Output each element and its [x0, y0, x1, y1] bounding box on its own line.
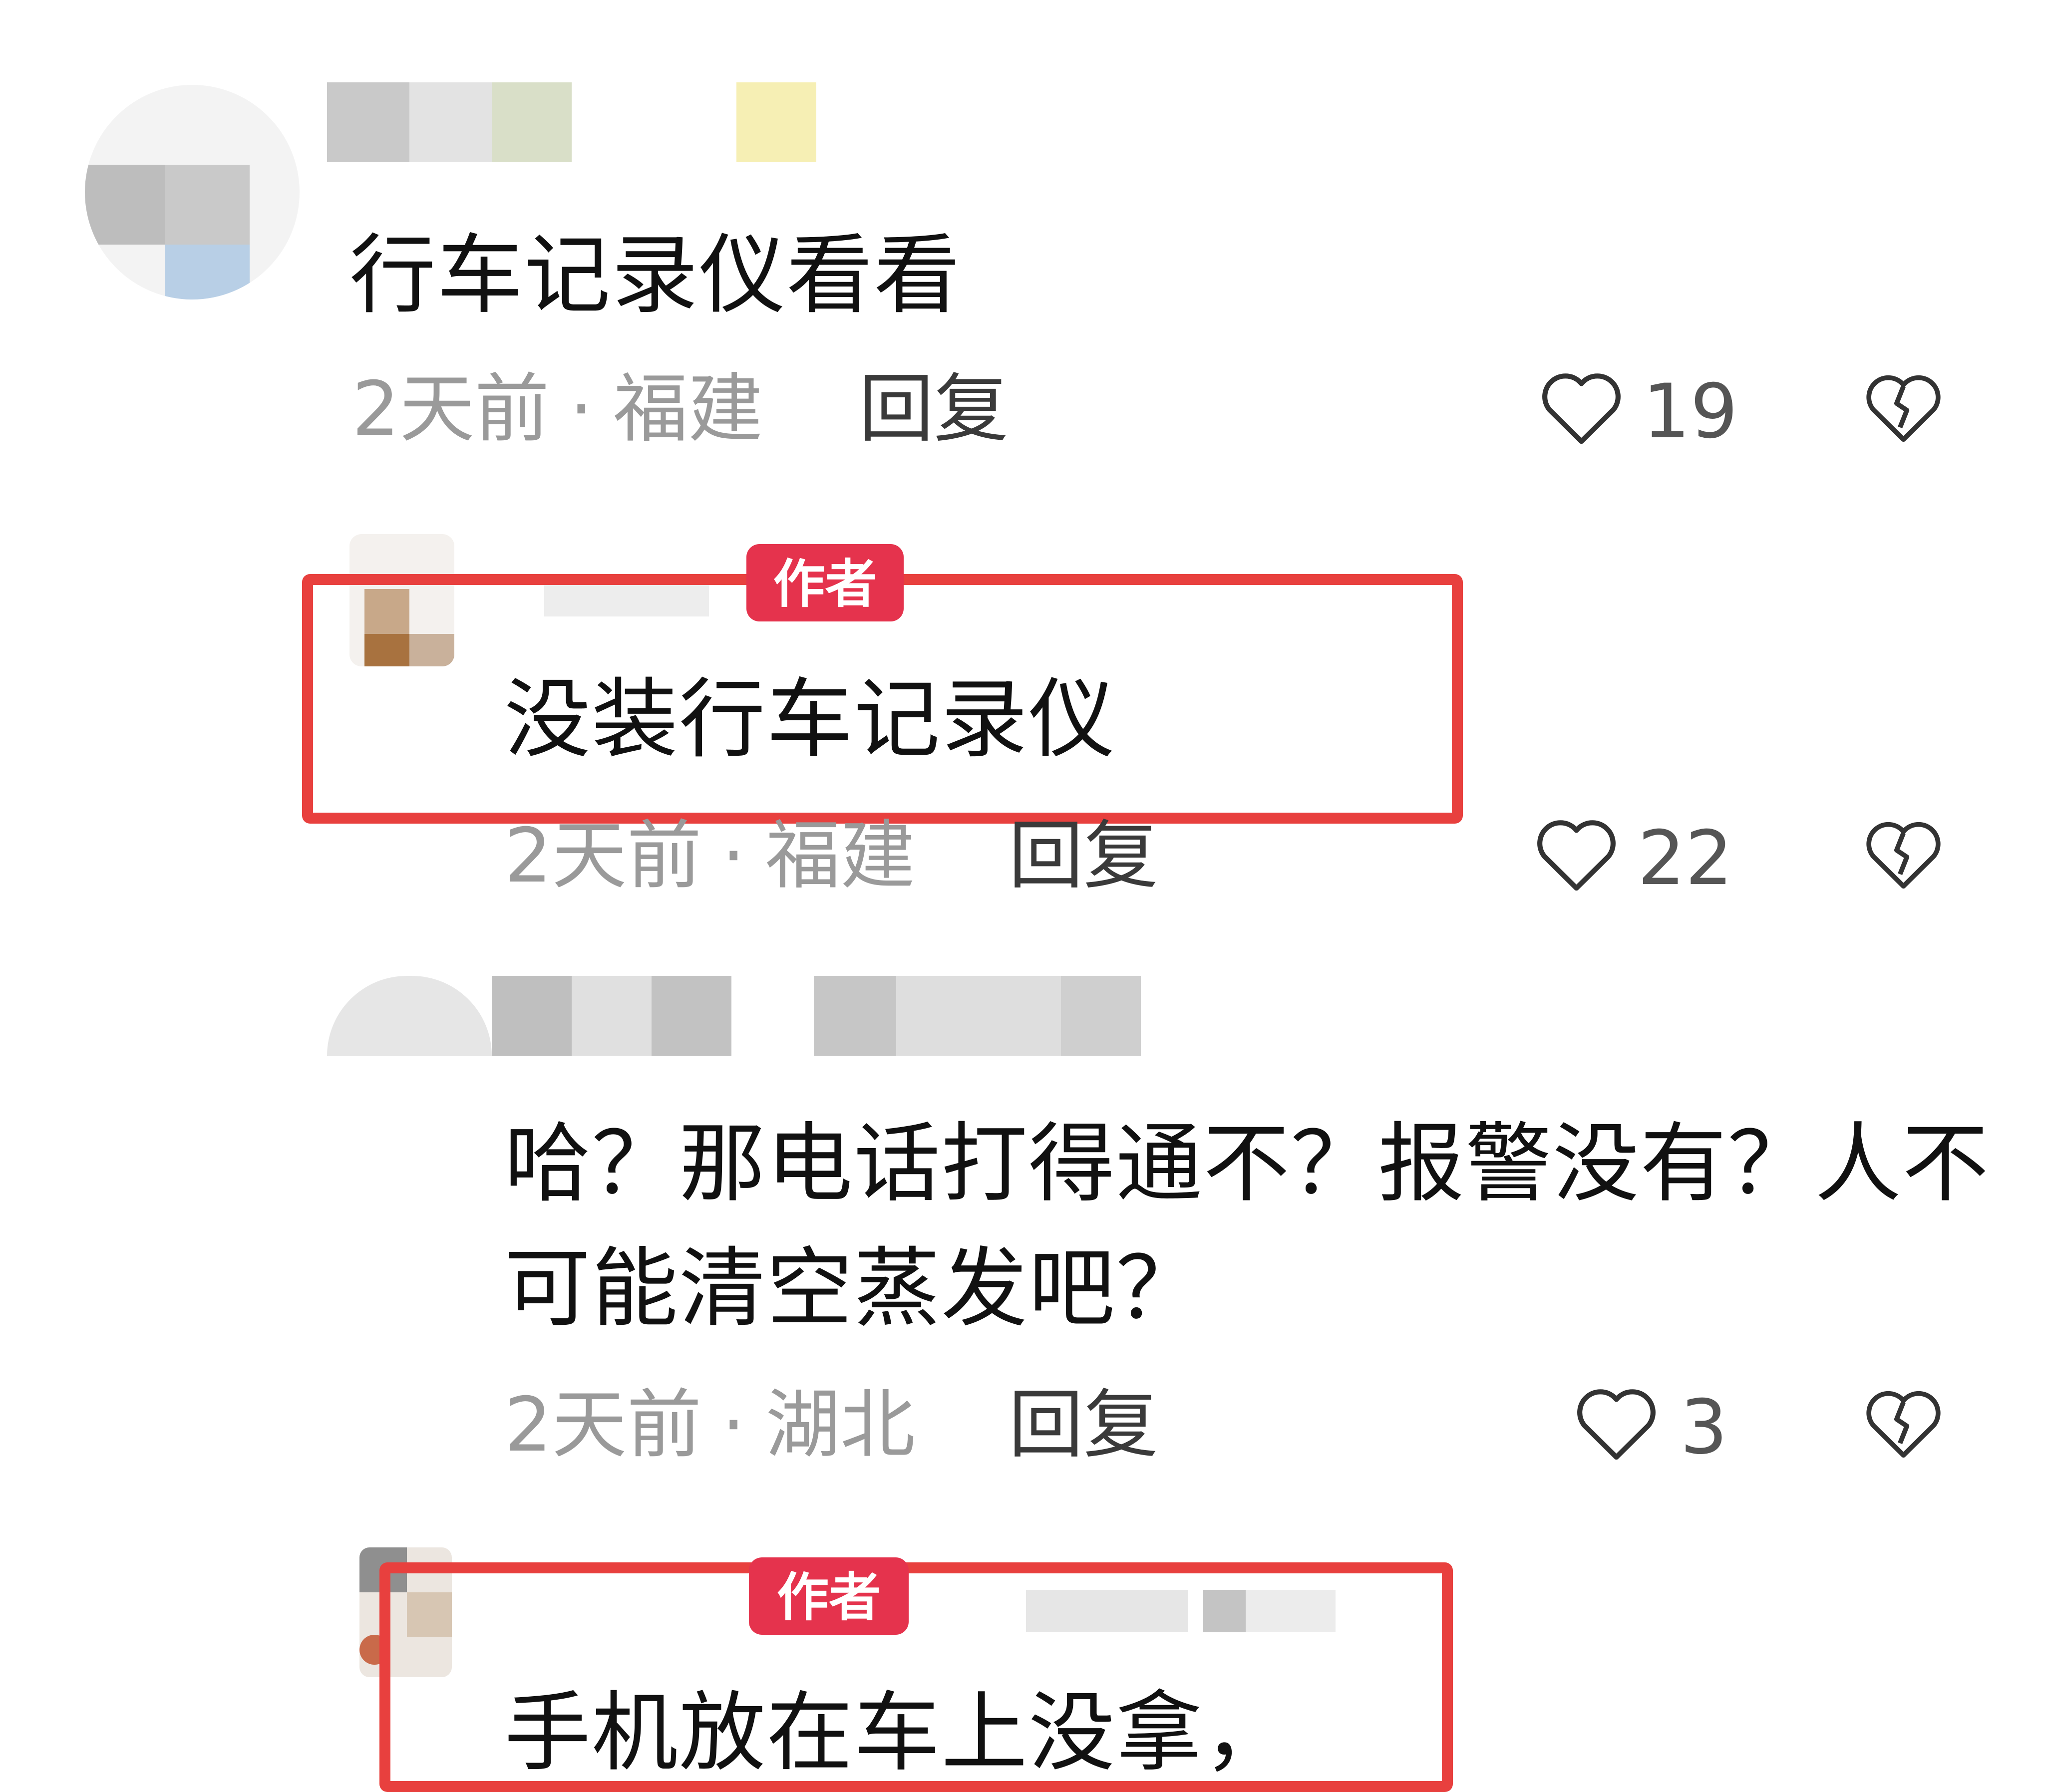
avatar[interactable] [327, 976, 492, 1056]
heart-outline-icon [1577, 1389, 1656, 1460]
author-badge: 作者 [749, 1557, 909, 1635]
heart-outline-icon [1537, 820, 1616, 891]
meta-separator: · [569, 366, 594, 453]
meta-separator: · [721, 813, 746, 899]
broken-heart-icon [1866, 1391, 1941, 1458]
broken-heart-icon [1866, 375, 1941, 442]
comment-meta: 2天前 · 福建 [504, 819, 915, 894]
author-badge: 作者 [746, 544, 904, 621]
like-button[interactable] [1573, 1383, 1660, 1463]
dislike-button[interactable] [1862, 1383, 1945, 1463]
dislike-button[interactable] [1862, 367, 1945, 447]
like-button[interactable] [1538, 367, 1625, 447]
comment-time: 2天前 [352, 366, 550, 453]
like-count: 22 [1638, 815, 1733, 902]
comment-meta: 2天前 · 湖北 [504, 1388, 915, 1463]
broken-heart-icon [1866, 822, 1941, 889]
dislike-button[interactable] [1862, 814, 1945, 894]
comment-text-line: 哈？那电话打得通不？报警没有？人不 [504, 1113, 1990, 1214]
like-button[interactable] [1533, 814, 1620, 894]
comment-text: 没装行车记录仪 [504, 669, 1116, 770]
comment-location: 福建 [765, 813, 916, 899]
heart-outline-icon [1542, 373, 1621, 444]
comment-text: 行车记录仪看看 [349, 225, 962, 325]
comment-location: 湖北 [765, 1382, 916, 1469]
like-count: 19 [1643, 368, 1738, 455]
comment-time: 2天前 [504, 1382, 702, 1469]
avatar[interactable] [85, 85, 300, 299]
reply-button[interactable]: 回复 [1009, 819, 1158, 894]
comment-time: 2天前 [504, 813, 702, 899]
reply-button[interactable]: 回复 [859, 372, 1009, 447]
reply-button[interactable]: 回复 [1009, 1388, 1158, 1463]
meta-separator: · [721, 1382, 746, 1469]
comment-text: 手机放在车上没拿， [504, 1682, 1291, 1783]
like-count: 3 [1680, 1384, 1728, 1471]
comment-meta: 2天前 · 福建 [352, 372, 763, 447]
comment-text-line: 可能清空蒸发吧？ [504, 1238, 1204, 1339]
comment-location: 福建 [613, 366, 763, 453]
